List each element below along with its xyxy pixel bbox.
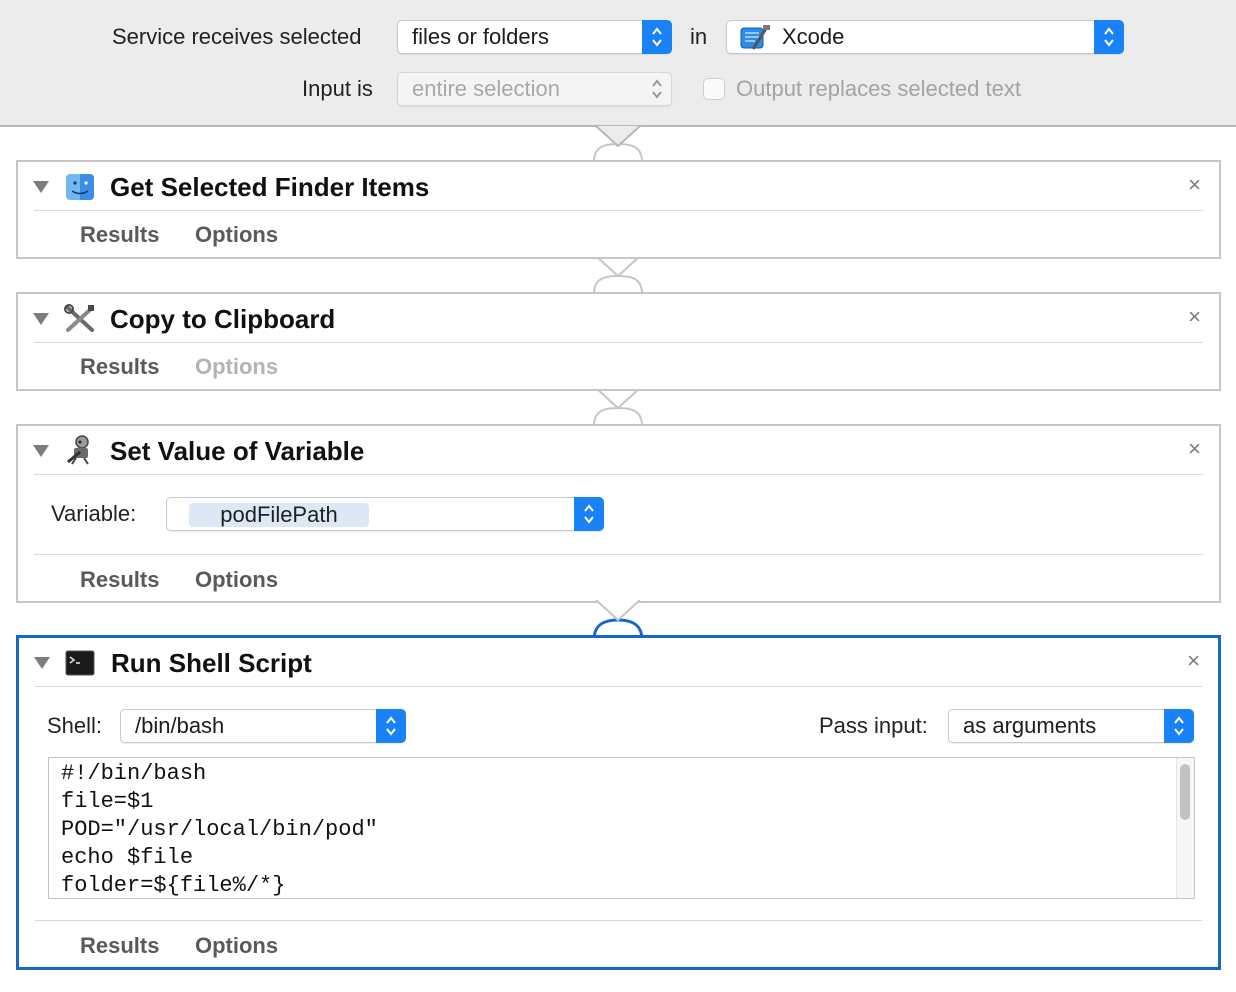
- scrollbar-thumb[interactable]: [1180, 764, 1190, 820]
- shell-popup[interactable]: /bin/bash: [120, 709, 406, 743]
- tab-results[interactable]: Results: [80, 567, 159, 593]
- workflow-connector: [593, 256, 643, 294]
- disclosure-triangle-icon[interactable]: [32, 180, 50, 194]
- divider: [34, 554, 1203, 555]
- popup-stepper-icon: [574, 497, 604, 531]
- shell-value: /bin/bash: [135, 713, 225, 738]
- tab-results[interactable]: Results: [80, 222, 159, 248]
- action-title: Copy to Clipboard: [110, 304, 336, 334]
- application-value: Xcode: [782, 24, 845, 49]
- action-title: Run Shell Script: [111, 648, 312, 678]
- action-run-shell-script[interactable]: Run Shell Script × Shell: /bin/bash Pass…: [16, 635, 1221, 970]
- action-set-value-of-variable[interactable]: Set Value of Variable × Variable: podFil…: [16, 424, 1221, 603]
- action-copy-to-clipboard[interactable]: Copy to Clipboard × Results Options: [16, 292, 1221, 391]
- script-line: #!/bin/bash: [61, 761, 207, 786]
- service-receives-label: Service receives selected: [112, 24, 362, 49]
- variable-popup[interactable]: podFilePath: [166, 497, 604, 531]
- popup-stepper-icon: [1164, 709, 1194, 743]
- divider: [34, 210, 1203, 211]
- terminal-icon: [65, 650, 95, 681]
- action-get-selected-finder-items[interactable]: Get Selected Finder Items × Results Opti…: [16, 160, 1221, 259]
- tools-icon: [64, 304, 96, 339]
- pass-input-label: Pass input:: [819, 713, 928, 738]
- service-input-type-value: files or folders: [412, 24, 549, 49]
- disclosure-triangle-icon[interactable]: [32, 312, 50, 326]
- automator-robot-icon: [64, 434, 96, 471]
- workflow-header: Service receives selected files or folde…: [0, 0, 1236, 127]
- script-editor[interactable]: #!/bin/bash file=$1 POD="/usr/local/bin/…: [48, 757, 1195, 899]
- shell-label: Shell:: [47, 713, 103, 738]
- tab-options: Options: [195, 354, 279, 379]
- script-line: folder=${file%/*}: [61, 873, 286, 898]
- input-is-popup[interactable]: entire selection: [397, 72, 672, 106]
- in-label: in: [690, 24, 708, 49]
- popup-stepper-icon: [376, 709, 406, 743]
- output-replaces-label: Output replaces selected text: [736, 76, 1021, 101]
- divider: [34, 474, 1203, 475]
- xcode-icon: [739, 25, 771, 60]
- close-icon[interactable]: ×: [1188, 436, 1201, 462]
- divider: [35, 686, 1202, 687]
- variable-token: podFilePath: [189, 503, 369, 527]
- divider: [34, 342, 1203, 343]
- close-icon[interactable]: ×: [1188, 304, 1201, 330]
- tab-options[interactable]: Options: [195, 222, 278, 248]
- disclosure-triangle-icon[interactable]: [33, 656, 51, 670]
- tab-results[interactable]: Results: [80, 354, 159, 380]
- disclosure-triangle-icon[interactable]: [32, 444, 50, 458]
- workflow-connector: [593, 126, 643, 162]
- finder-icon: [64, 172, 96, 207]
- script-line: echo $file: [61, 845, 194, 870]
- script-line: POD="/usr/local/bin/pod": [61, 817, 378, 842]
- tab-results[interactable]: Results: [80, 933, 159, 959]
- popup-stepper-icon: [1094, 20, 1124, 54]
- workflow-connector: [592, 600, 644, 640]
- service-input-type-popup[interactable]: files or folders: [397, 20, 672, 54]
- popup-stepper-icon: [642, 20, 672, 54]
- pass-input-value: as arguments: [963, 713, 1097, 738]
- action-title: Get Selected Finder Items: [110, 172, 430, 202]
- scrollbar[interactable]: [1176, 758, 1194, 898]
- variable-label: Variable:: [51, 501, 137, 526]
- output-replaces-checkbox[interactable]: [703, 78, 725, 100]
- close-icon[interactable]: ×: [1187, 648, 1200, 674]
- close-icon[interactable]: ×: [1188, 172, 1201, 198]
- popup-stepper-icon: [642, 72, 672, 106]
- pass-input-popup[interactable]: as arguments: [948, 709, 1194, 743]
- workflow-connector: [593, 388, 643, 426]
- application-popup[interactable]: Xcode: [726, 20, 1124, 54]
- input-is-label: Input is: [302, 76, 373, 101]
- input-is-value: entire selection: [412, 76, 560, 101]
- tab-options[interactable]: Options: [195, 567, 278, 593]
- divider: [35, 920, 1202, 921]
- tab-options[interactable]: Options: [195, 933, 278, 959]
- action-title: Set Value of Variable: [110, 436, 365, 466]
- script-line: file=$1: [61, 789, 154, 814]
